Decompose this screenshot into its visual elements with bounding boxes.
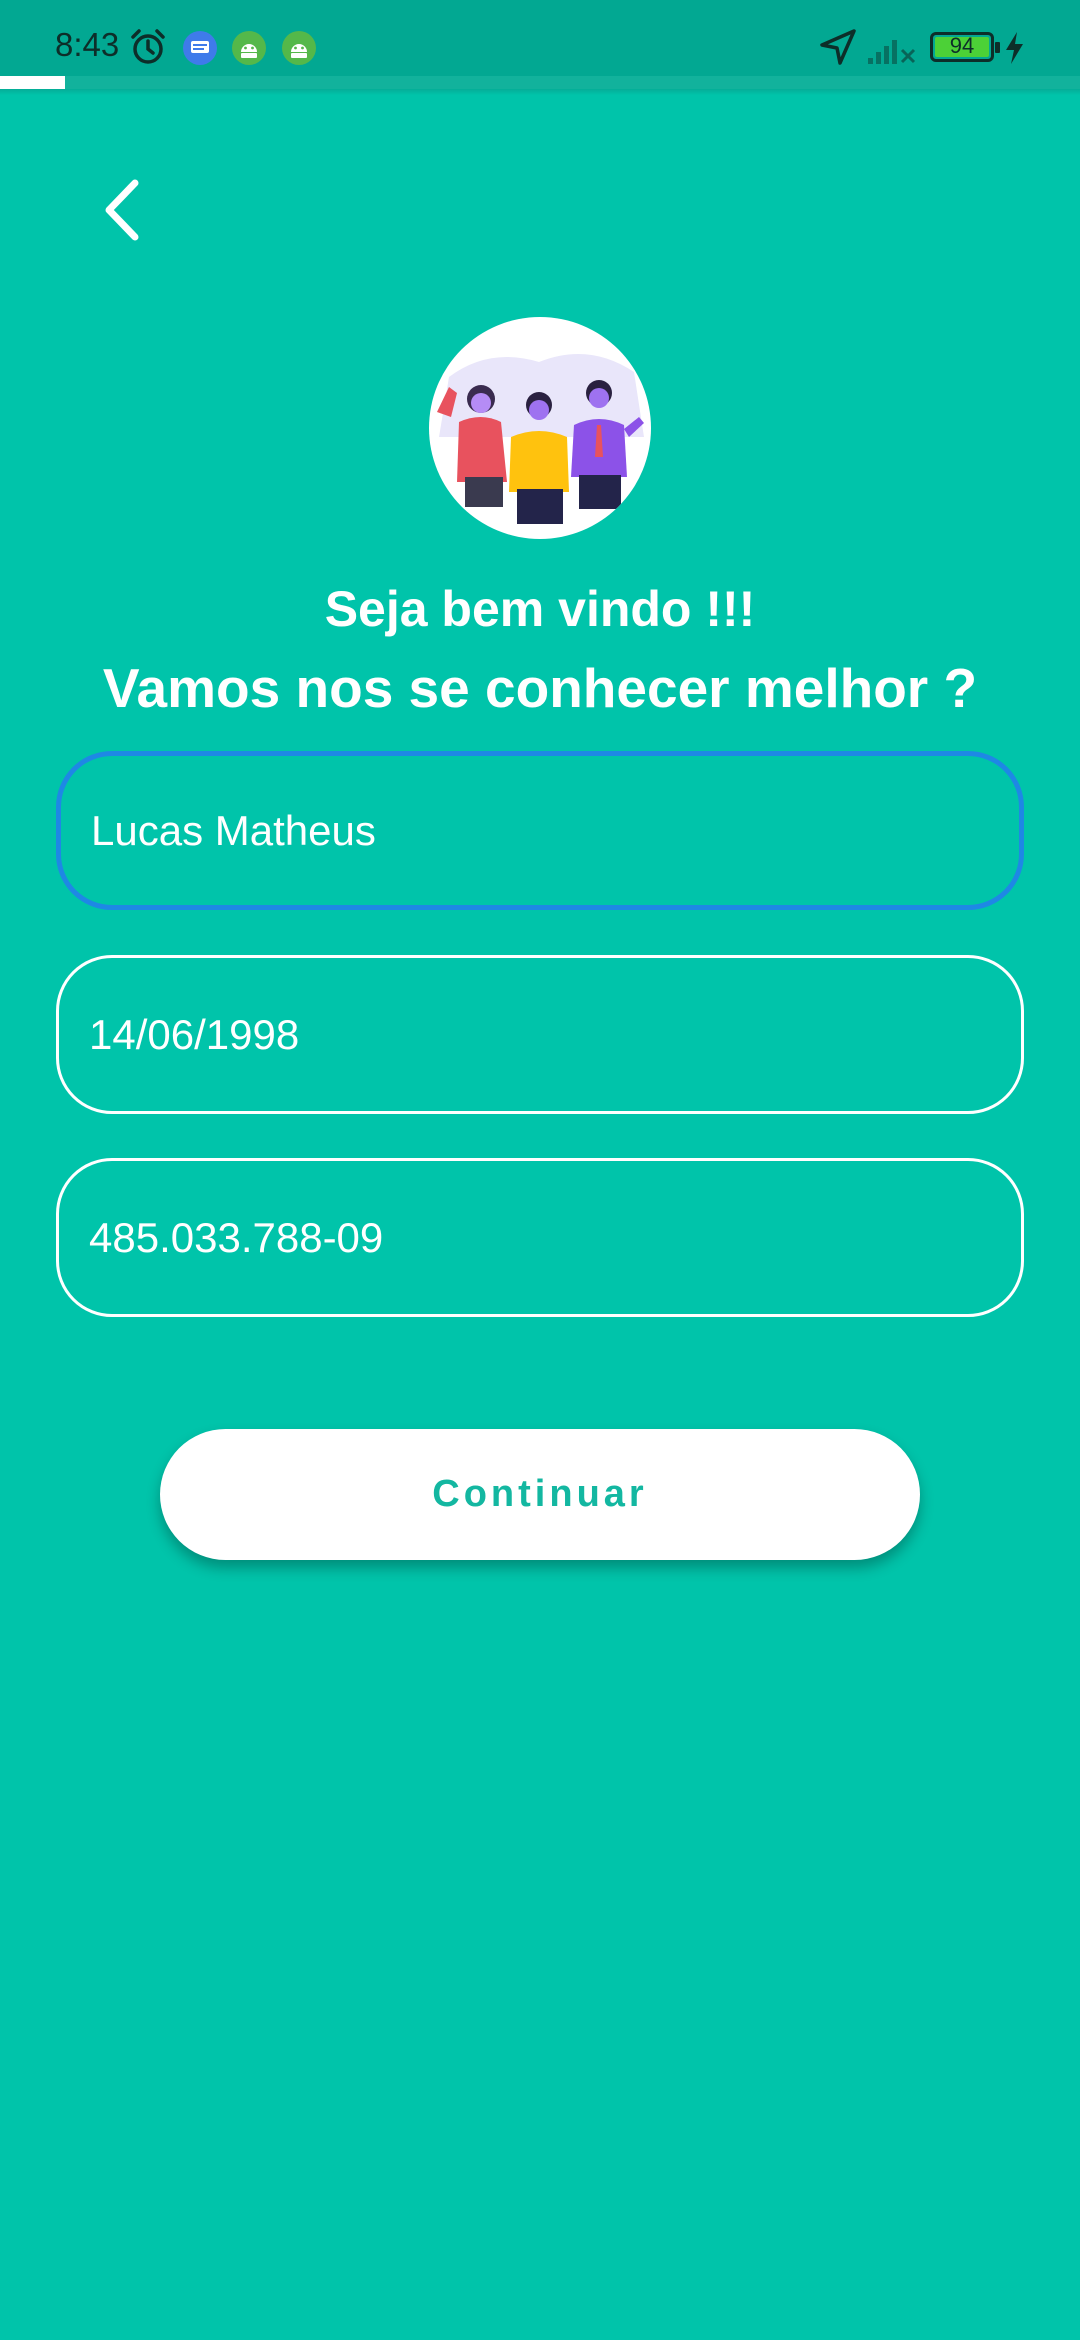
continue-button[interactable]: Continuar	[160, 1429, 920, 1560]
chevron-left-icon	[105, 179, 139, 241]
back-button[interactable]	[86, 170, 156, 250]
cpf-field[interactable]	[56, 1158, 1024, 1317]
status-bar: 8:43 94	[0, 0, 1080, 76]
cpf-input[interactable]	[89, 1161, 989, 1314]
header-shadow	[0, 89, 1080, 95]
alarm-icon	[131, 29, 165, 64]
progress-bar	[0, 76, 1080, 89]
name-field[interactable]	[56, 751, 1024, 910]
welcome-subtitle: Vamos nos se conhecer melhor ?	[102, 657, 978, 719]
status-time: 8:43	[55, 26, 120, 63]
android-icon	[232, 31, 266, 65]
birthdate-input[interactable]	[89, 958, 989, 1111]
team-illustration	[429, 317, 651, 539]
charging-icon	[1006, 32, 1023, 64]
birthdate-field[interactable]	[56, 955, 1024, 1114]
battery-icon: 94	[930, 32, 1000, 62]
welcome-title: Seja bem vindo !!!	[324, 581, 756, 637]
name-input[interactable]	[91, 756, 991, 905]
signal-icon	[868, 40, 916, 64]
messages-icon	[183, 31, 217, 65]
people-illustration	[437, 354, 644, 524]
battery-level: 94	[949, 33, 975, 58]
progress-fill	[0, 76, 65, 89]
location-icon	[820, 29, 856, 65]
android-icon	[282, 31, 316, 65]
